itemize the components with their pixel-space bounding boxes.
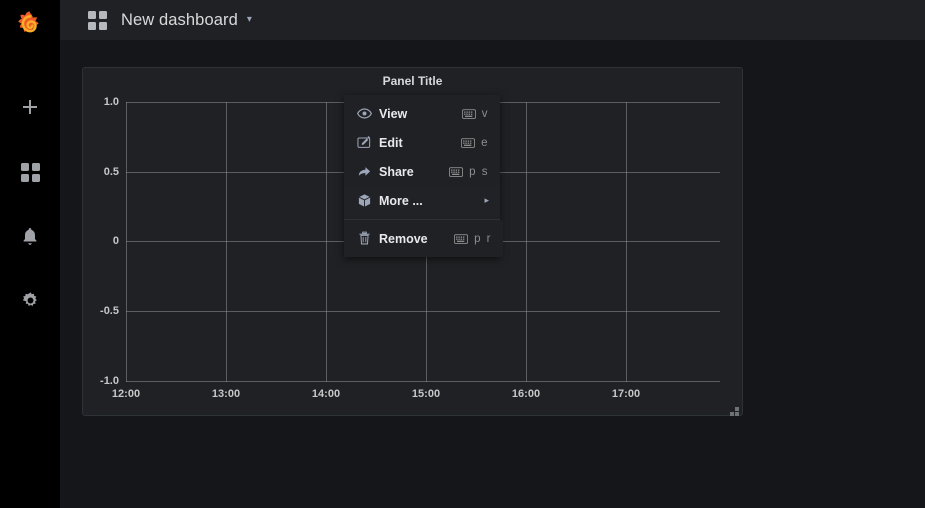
context-menu-item-shortcut: p s	[449, 166, 489, 178]
panel-title[interactable]: Panel Title	[383, 74, 443, 88]
y-axis-tick-label: -0.5	[100, 305, 119, 317]
context-menu-item-shortcut: p r	[454, 233, 492, 245]
x-axis-tick-label: 15:00	[411, 388, 441, 400]
context-menu-group-destructive: Remove p r	[344, 220, 503, 257]
context-menu-item-remove[interactable]: Remove p r	[344, 224, 503, 253]
top-navigation-bar: New dashboard ▾	[60, 0, 925, 40]
dashboard-title[interactable]: New dashboard	[121, 11, 238, 30]
shortcut-keys: p r	[474, 232, 492, 245]
x-axis-tick-label: 17:00	[611, 388, 641, 400]
x-axis-tick-label: 16:00	[511, 388, 541, 400]
context-menu-group-primary: View v Edit e Share p s More ... ▸	[344, 99, 500, 220]
panel-header[interactable]: Panel Title	[83, 68, 742, 94]
context-menu-item-share[interactable]: Share p s	[344, 157, 500, 186]
x-axis-tick-label: 13:00	[211, 388, 241, 400]
panel-resize-handle[interactable]	[730, 403, 739, 416]
gear-icon	[21, 291, 40, 310]
dashboards-grid-icon	[20, 162, 40, 182]
context-menu-item-shortcut: e	[461, 137, 489, 149]
side-navigation	[0, 0, 60, 508]
dashboard-grid-icon	[88, 10, 107, 30]
context-menu-item-label: Share	[379, 164, 414, 179]
gridline-horizontal	[126, 381, 720, 382]
gridline-horizontal	[126, 311, 720, 312]
share-arrow-icon	[357, 164, 374, 179]
dashboard-canvas: Panel Title 1.0 0.5 0 -0.5 -1.0 12:00 13…	[60, 40, 925, 508]
y-axis-tick-label: 0	[112, 235, 119, 247]
sidebar-item-dashboards[interactable]	[0, 150, 60, 194]
trash-icon	[357, 231, 374, 246]
plus-icon	[21, 99, 39, 117]
context-menu-item-edit[interactable]: Edit e	[344, 128, 500, 157]
y-axis-tick-label: 1.0	[103, 96, 119, 108]
grafana-logo-icon	[15, 10, 45, 47]
bell-icon	[21, 227, 39, 246]
y-axis-tick-label: 0.5	[103, 166, 119, 178]
x-axis-tick-label: 12:00	[111, 388, 141, 400]
context-menu-item-label: View	[379, 106, 408, 121]
panel-context-menu[interactable]: View v Edit e Share p s More ... ▸ Remov…	[344, 95, 503, 257]
cube-icon	[357, 193, 374, 208]
keyboard-icon	[461, 108, 476, 119]
keyboard-icon	[454, 233, 469, 244]
gridline-vertical	[126, 102, 127, 382]
context-menu-item-label: Edit	[379, 135, 403, 150]
context-menu-item-label: Remove	[379, 231, 428, 246]
pencil-box-icon	[357, 135, 374, 150]
sidebar-item-alerting[interactable]	[0, 214, 60, 258]
chevron-right-icon: ▸	[484, 195, 489, 205]
keyboard-icon	[461, 137, 476, 148]
sidebar-item-create[interactable]	[0, 86, 60, 130]
context-menu-item-view[interactable]: View v	[344, 99, 500, 128]
shortcut-keys: p s	[469, 165, 489, 178]
chevron-down-icon[interactable]: ▾	[247, 15, 252, 25]
eye-icon	[357, 106, 374, 121]
x-axis-tick-label: 14:00	[311, 388, 341, 400]
keyboard-icon	[449, 166, 464, 177]
gridline-vertical	[526, 102, 527, 382]
context-menu-item-label: More ...	[379, 193, 423, 208]
context-menu-item-shortcut: v	[461, 107, 489, 120]
y-axis-tick-label: -1.0	[100, 375, 119, 387]
gridline-vertical	[326, 102, 327, 382]
shortcut-keys: e	[481, 136, 489, 149]
gridline-vertical	[226, 102, 227, 382]
shortcut-keys: v	[481, 107, 489, 120]
context-menu-item-more[interactable]: More ... ▸	[344, 186, 500, 215]
gridline-vertical	[626, 102, 627, 382]
sidebar-item-configuration[interactable]	[0, 278, 60, 322]
grafana-logo-button[interactable]	[0, 0, 60, 56]
